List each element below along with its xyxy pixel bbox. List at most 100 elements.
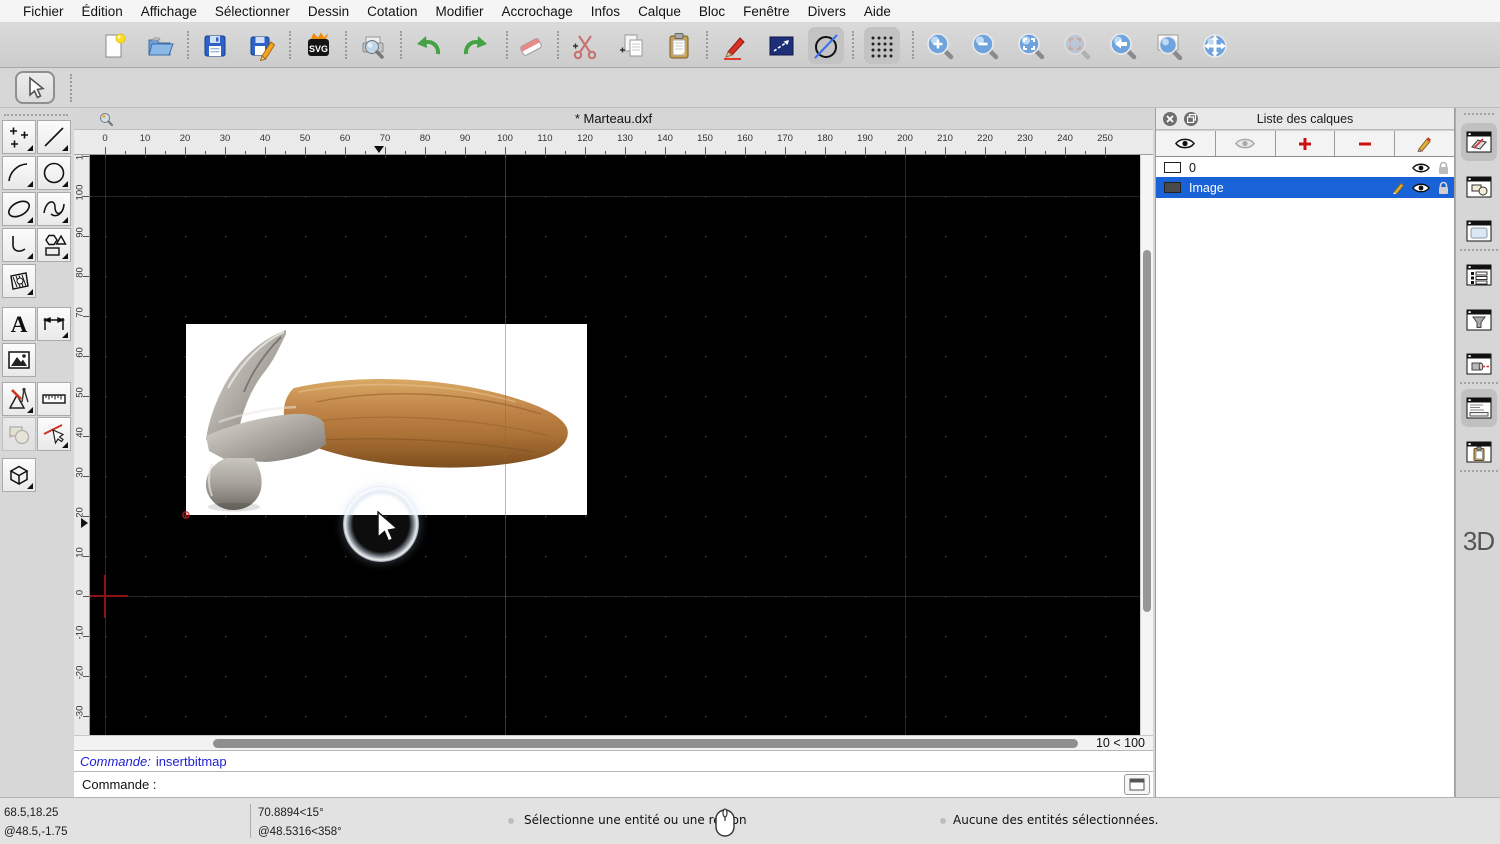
add-layer-button[interactable] xyxy=(1276,131,1336,156)
save-button[interactable] xyxy=(197,27,233,64)
edit-layer-button[interactable] xyxy=(1395,131,1454,156)
new-file-button[interactable] xyxy=(96,27,132,64)
toolbar-separator xyxy=(912,31,914,59)
menu-item-cotation[interactable]: Cotation xyxy=(358,4,426,19)
ruler-tick xyxy=(83,596,89,597)
select-entity-tool[interactable] xyxy=(37,417,71,451)
pen-button[interactable] xyxy=(716,27,752,64)
open-file-button[interactable] xyxy=(142,27,178,64)
menu-item-dessin[interactable]: Dessin xyxy=(299,4,358,19)
zoom-auto-icon xyxy=(1018,32,1045,59)
vertical-scrollbar[interactable] xyxy=(1140,155,1153,735)
menu-item-modifier[interactable]: Modifier xyxy=(426,4,492,19)
scissors-icon xyxy=(573,34,597,59)
zoom-out-button[interactable] xyxy=(967,27,1003,64)
points-tool[interactable] xyxy=(2,120,36,154)
arc-tool[interactable] xyxy=(2,156,36,190)
layer-color-swatch[interactable] xyxy=(1164,162,1181,173)
layer-list-panel: Liste des calques 0 Image xyxy=(1155,108,1455,797)
horizontal-scrollbar[interactable]: 10 < 100 xyxy=(74,735,1153,750)
redo-button[interactable] xyxy=(457,27,493,64)
drafting-tools[interactable] xyxy=(2,382,36,416)
panel-float-button[interactable] xyxy=(1184,111,1198,126)
pan-button[interactable] xyxy=(1197,27,1233,64)
menu-item-accrochage[interactable]: Accrochage xyxy=(492,4,581,19)
command-widget-dock-button[interactable] xyxy=(1461,389,1497,427)
polygon-shapes-tool[interactable] xyxy=(37,228,71,262)
layer-lock-toggle[interactable] xyxy=(1432,161,1454,175)
show-all-layers-button[interactable] xyxy=(1156,131,1216,156)
layer-lock-toggle[interactable] xyxy=(1432,181,1454,195)
menu-item-calque[interactable]: Calque xyxy=(629,4,690,19)
ellipse-tool[interactable] xyxy=(2,192,36,226)
grid-toggle-button[interactable] xyxy=(864,27,900,64)
shapes-icon xyxy=(45,234,67,256)
vertical-scrollbar-thumb[interactable] xyxy=(1143,250,1151,612)
horizontal-scrollbar-thumb[interactable] xyxy=(213,739,1078,748)
layer-edit-icon[interactable] xyxy=(1388,181,1410,194)
dimension-tool[interactable] xyxy=(37,307,71,341)
layer-list-dock-button[interactable] xyxy=(1461,123,1497,161)
layer-row-0[interactable]: 0 xyxy=(1156,158,1454,177)
text-tool[interactable]: A xyxy=(2,307,36,341)
drawing-canvas[interactable] xyxy=(90,155,1140,735)
menu-item-sélectionner[interactable]: Sélectionner xyxy=(206,4,299,19)
zoom-in-button[interactable] xyxy=(922,27,958,64)
menu-item-infos[interactable]: Infos xyxy=(582,4,629,19)
clipboard-dock-button[interactable] xyxy=(1461,433,1497,471)
modify-tool[interactable] xyxy=(2,417,36,451)
menu-item-bloc[interactable]: Bloc xyxy=(690,4,734,19)
layer-visibility-toggle[interactable] xyxy=(1410,182,1432,194)
menu-item-affichage[interactable]: Affichage xyxy=(132,4,206,19)
circle-tool[interactable] xyxy=(37,156,71,190)
command-options-button[interactable] xyxy=(1124,774,1150,795)
menu-item-fenêtre[interactable]: Fenêtre xyxy=(734,4,799,19)
line-tool[interactable] xyxy=(37,120,71,154)
image-tool[interactable] xyxy=(2,343,36,377)
ruler-tick-minor xyxy=(765,151,766,154)
layer-color-swatch[interactable] xyxy=(1164,182,1181,193)
block-list-dock-button[interactable] xyxy=(1461,168,1497,206)
select-window-button[interactable] xyxy=(763,27,799,64)
layer-row-image[interactable]: Image xyxy=(1156,177,1454,198)
eye-icon xyxy=(1412,163,1430,172)
library-browser-dock-button[interactable] xyxy=(1461,212,1497,250)
zoom-auto-button[interactable] xyxy=(1013,27,1049,64)
eraser-button[interactable] xyxy=(513,27,549,64)
hatch-tool[interactable] xyxy=(2,264,36,298)
menu-item-fichier[interactable]: Fichier xyxy=(14,4,73,19)
entity-list-dock-button[interactable] xyxy=(1461,256,1497,294)
command-input[interactable] xyxy=(160,774,1124,795)
layer-visibility-toggle[interactable] xyxy=(1410,162,1432,174)
menu-item-divers[interactable]: Divers xyxy=(799,4,855,19)
ruler-tick xyxy=(945,147,946,154)
remove-layer-button[interactable] xyxy=(1335,131,1396,156)
save-as-button[interactable] xyxy=(244,27,280,64)
spline-tool[interactable] xyxy=(37,192,71,226)
hide-all-layers-button[interactable] xyxy=(1216,131,1276,156)
toolbar-separator xyxy=(852,31,854,59)
menu-item-aide[interactable]: Aide xyxy=(855,4,900,19)
print-preview-button[interactable] xyxy=(355,27,391,64)
3d-dock-label[interactable]: 3D xyxy=(1456,526,1500,557)
svg-export-button[interactable]: SVG xyxy=(300,27,336,64)
polyline-tool[interactable] xyxy=(2,228,36,262)
zoom-window-button[interactable] xyxy=(1151,27,1187,64)
filter-dock-button[interactable] xyxy=(1461,301,1497,339)
select-tool-button[interactable] xyxy=(15,71,55,104)
paste-button[interactable] xyxy=(661,27,697,64)
zoom-selection-button[interactable] xyxy=(1059,27,1095,64)
zoom-previous-button[interactable] xyxy=(1105,27,1141,64)
blocks-window-icon xyxy=(1466,176,1492,198)
3d-tools[interactable] xyxy=(2,458,36,492)
undo-button[interactable] xyxy=(411,27,447,64)
cube-icon xyxy=(9,465,29,486)
panel-close-button[interactable] xyxy=(1163,111,1177,126)
measure-tool[interactable] xyxy=(37,382,71,416)
menu-item-édition[interactable]: Édition xyxy=(73,4,132,19)
draft-mode-button[interactable] xyxy=(808,27,844,64)
pen-settings-dock-button[interactable] xyxy=(1461,345,1497,383)
cut-button[interactable] xyxy=(567,27,603,64)
document-titlebar[interactable]: * Marteau.dxf xyxy=(74,108,1153,130)
copy-button[interactable] xyxy=(614,27,650,64)
